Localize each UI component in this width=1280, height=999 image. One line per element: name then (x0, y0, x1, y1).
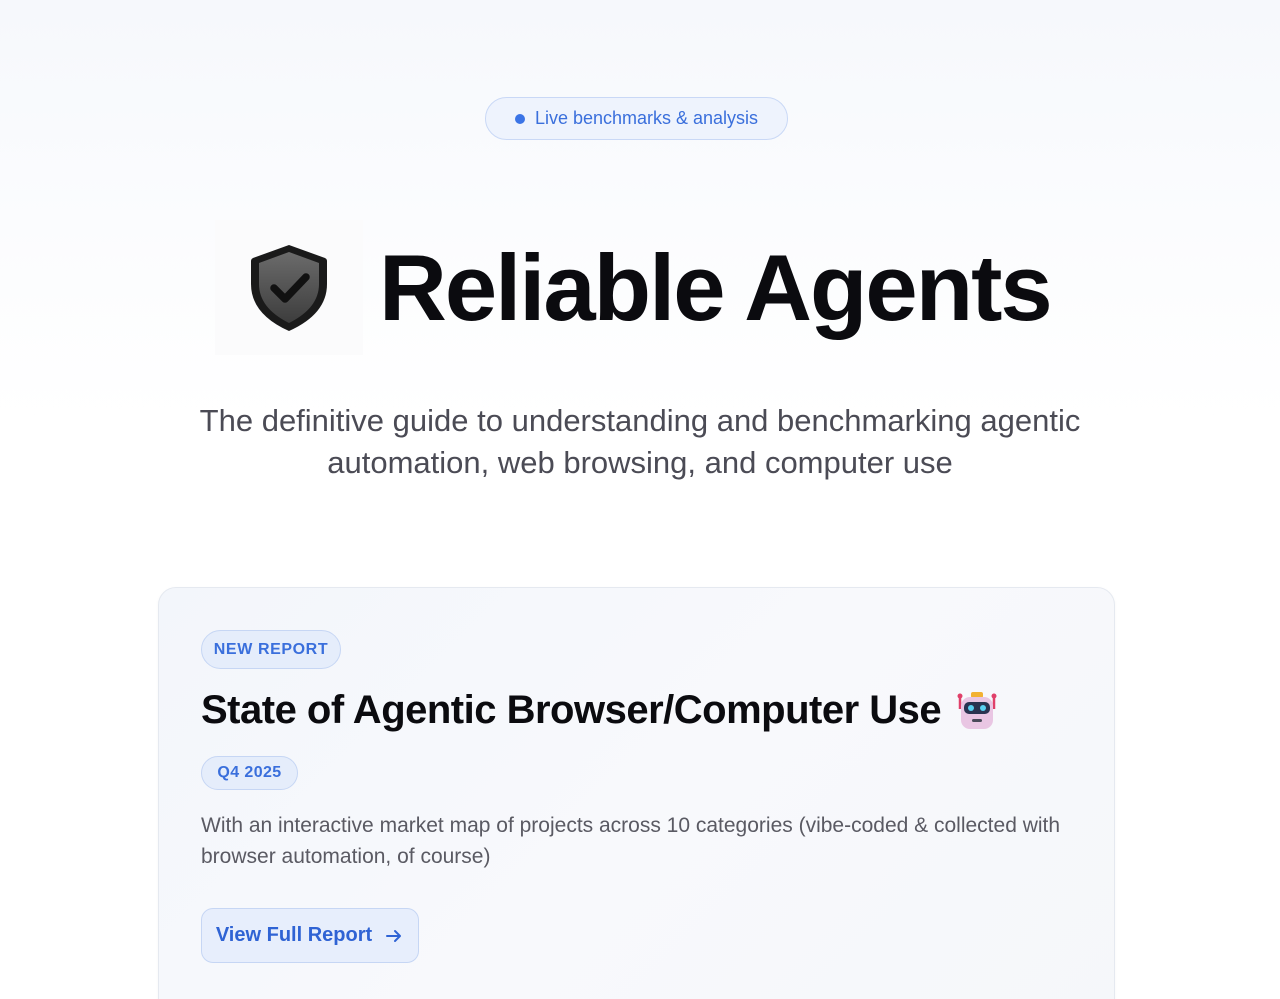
report-title-text: State of Agentic Browser/Computer Use (201, 688, 942, 732)
quarter-badge: Q4 2025 (201, 756, 298, 790)
title-row: Reliable Agents (215, 220, 1053, 355)
live-dot-icon (514, 113, 525, 124)
page-title: Reliable Agents (379, 234, 1053, 340)
live-benchmarks-badge: Live benchmarks & analysis (485, 97, 788, 140)
view-full-report-button[interactable]: View Full Report (201, 908, 419, 963)
report-description: With an interactive market map of projec… (201, 814, 1061, 868)
logo (215, 220, 363, 355)
robot-icon (957, 691, 997, 729)
arrow-right-icon (384, 926, 404, 946)
live-badge-label: Live benchmarks & analysis (534, 108, 759, 128)
view-report-label: View Full Report (215, 924, 373, 946)
page-subtitle: The definitive guide to understanding an… (199, 403, 1081, 480)
hero-section: Live benchmarks & analysis Reliable Agen… (0, 0, 1280, 560)
report-title: State of Agentic Browser/Computer Use (201, 688, 999, 733)
shield-check-icon (251, 244, 327, 331)
report-card: NEW REPORT State of Agentic Browser/Comp… (158, 587, 1115, 999)
new-report-badge: NEW REPORT (201, 630, 341, 669)
